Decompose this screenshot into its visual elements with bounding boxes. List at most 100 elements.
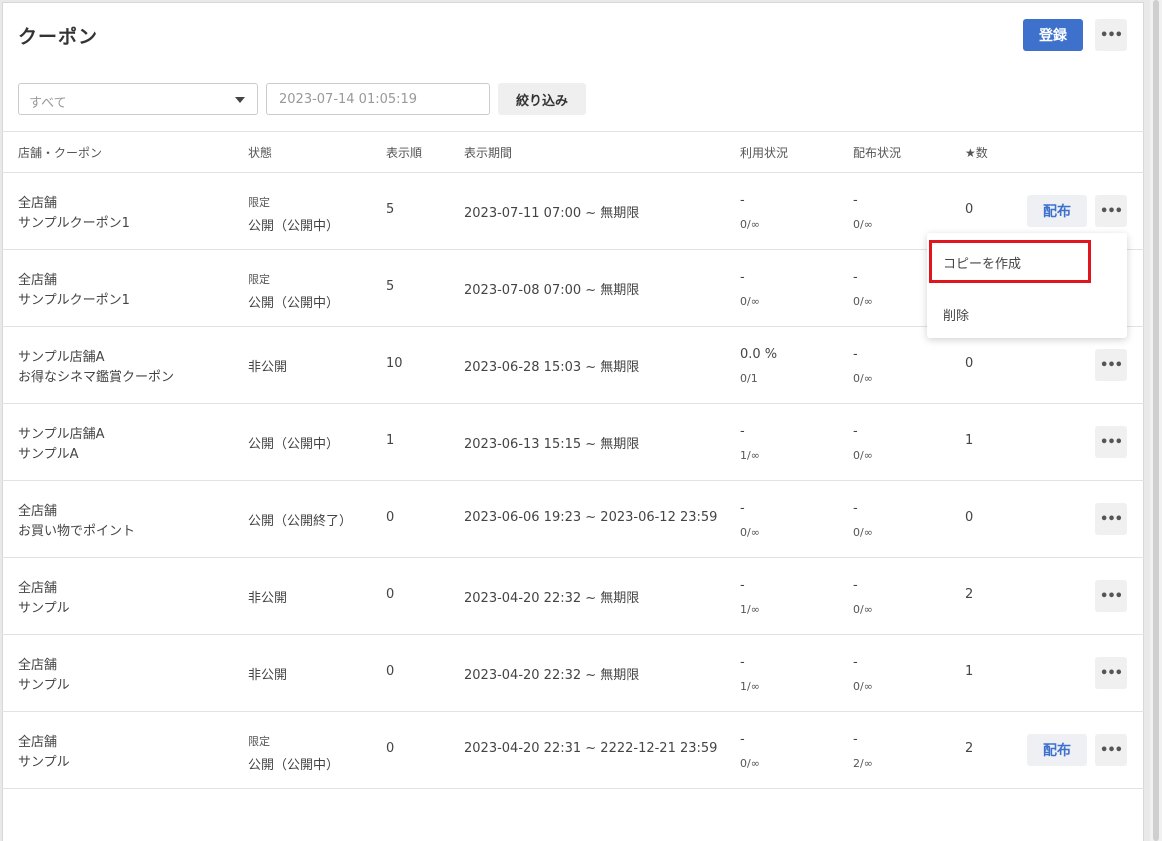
distribute-button[interactable]: 配布 <box>1027 734 1087 766</box>
display-order: 5 <box>386 202 395 217</box>
usage-rate: 0.0 % <box>740 347 778 362</box>
filter-button[interactable]: 絞り込み <box>498 83 586 115</box>
display-period: 2023-06-28 15:03 ~ 無期限 <box>464 360 640 375</box>
scrollbar[interactable] <box>1150 0 1162 841</box>
row-store: 全店舗 <box>18 196 58 211</box>
row-store: 全店舗 <box>18 581 58 596</box>
status-tag: 限定 <box>248 735 270 748</box>
row-coupon-name[interactable]: サンプルA <box>18 443 79 462</box>
status-text: 公開（公開終了） <box>248 514 353 529</box>
more-icon: ••• <box>1100 203 1123 219</box>
display-order: 0 <box>386 741 395 756</box>
col-header-distribution: 配布状況 <box>853 146 902 160</box>
row-more-button[interactable]: ••• <box>1095 349 1127 381</box>
distribution-rate: - <box>853 424 858 439</box>
row-coupon-name[interactable]: お得なシネマ鑑賞クーポン <box>18 366 174 385</box>
usage-rate: - <box>740 655 745 670</box>
row-coupon-name[interactable]: サンプル <box>18 597 70 616</box>
distribution-count: 0/∞ <box>853 218 873 231</box>
distribution-rate: - <box>853 501 858 516</box>
row-divider <box>2 634 1144 635</box>
display-period: 2023-06-13 15:15 ~ 無期限 <box>464 437 640 452</box>
distribution-count: 2/∞ <box>853 757 873 770</box>
distribution-count: 0/∞ <box>853 449 873 462</box>
usage-rate: - <box>740 501 745 516</box>
store-select[interactable]: すべて <box>18 83 258 115</box>
usage-count: 1/∞ <box>740 603 760 616</box>
header-more-button[interactable]: ••• <box>1095 19 1127 51</box>
usage-rate: - <box>740 424 745 439</box>
row-divider <box>2 557 1144 558</box>
distribution-count: 0/∞ <box>853 680 873 693</box>
store-select-value: すべて <box>29 96 67 111</box>
star-count: 0 <box>965 202 974 217</box>
row-coupon-name[interactable]: サンプルクーポン1 <box>18 212 130 231</box>
status-text: 非公開 <box>248 591 288 606</box>
distribution-count: 0/∞ <box>853 372 873 385</box>
status-text: 非公開 <box>248 668 288 683</box>
distribution-count: 0/∞ <box>853 526 873 539</box>
more-icon: ••• <box>1100 588 1123 604</box>
row-coupon-name[interactable]: サンプル <box>18 674 70 693</box>
row-more-button[interactable]: ••• <box>1095 734 1127 766</box>
scrollbar-thumb[interactable] <box>1153 0 1159 841</box>
distribution-rate: - <box>853 655 858 670</box>
display-period: 2023-07-11 07:00 ~ 無期限 <box>464 206 640 221</box>
row-more-button[interactable]: ••• <box>1095 503 1127 535</box>
display-period: 2023-07-08 07:00 ~ 無期限 <box>464 283 640 298</box>
distribution-rate: - <box>853 193 858 208</box>
row-store: 全店舗 <box>18 658 58 673</box>
distribute-button[interactable]: 配布 <box>1027 195 1087 227</box>
display-order: 5 <box>386 279 395 294</box>
col-header-period: 表示期間 <box>464 146 513 160</box>
row-more-button[interactable]: ••• <box>1095 657 1127 689</box>
row-store: サンプル店舗A <box>18 350 105 365</box>
status-text: 公開（公開中） <box>248 437 340 452</box>
date-filter-input[interactable] <box>266 83 490 115</box>
status-text: 公開（公開中） <box>248 219 340 234</box>
register-button[interactable]: 登録 <box>1023 19 1083 51</box>
row-store: 全店舗 <box>18 504 58 519</box>
row-more-button[interactable]: ••• <box>1095 580 1127 612</box>
display-period: 2023-04-20 22:32 ~ 無期限 <box>464 668 640 683</box>
usage-count: 0/∞ <box>740 526 760 539</box>
col-header-status: 状態 <box>248 146 273 160</box>
row-more-button[interactable]: ••• <box>1095 195 1127 227</box>
usage-count: 1/∞ <box>740 449 760 462</box>
menu-item-delete[interactable]: 削除 <box>943 305 969 324</box>
row-coupon-name[interactable]: サンプルクーポン1 <box>18 289 130 308</box>
divider <box>2 131 1144 132</box>
star-count: 2 <box>965 587 974 602</box>
coupon-panel <box>2 2 1144 841</box>
status-text: 公開（公開中） <box>248 296 340 311</box>
row-store: サンプル店舗A <box>18 427 105 442</box>
more-icon: ••• <box>1100 357 1123 373</box>
distribution-rate: - <box>853 270 858 285</box>
row-more-button[interactable]: ••• <box>1095 426 1127 458</box>
col-header-store-coupon: 店舗・クーポン <box>18 146 103 160</box>
distribution-count: 0/∞ <box>853 603 873 616</box>
col-header-stars: ★数 <box>965 146 988 160</box>
row-divider <box>2 711 1144 712</box>
row-coupon-name[interactable]: お買い物でポイント <box>18 520 135 539</box>
row-divider <box>2 788 1144 789</box>
display-order: 0 <box>386 664 395 679</box>
display-period: 2023-06-06 19:23 ~ 2023-06-12 23:59 <box>464 510 718 525</box>
more-icon: ••• <box>1100 742 1123 758</box>
row-store: 全店舗 <box>18 273 58 288</box>
more-icon: ••• <box>1100 665 1123 681</box>
more-icon: ••• <box>1100 27 1123 43</box>
distribution-rate: - <box>853 578 858 593</box>
usage-rate: - <box>740 193 745 208</box>
row-coupon-name[interactable]: サンプル <box>18 751 70 770</box>
more-icon: ••• <box>1100 434 1123 450</box>
caret-down-icon <box>235 97 245 103</box>
distribution-rate: - <box>853 732 858 747</box>
display-order: 1 <box>386 433 395 448</box>
status-tag: 限定 <box>248 273 270 286</box>
distribution-count: 0/∞ <box>853 295 873 308</box>
col-header-usage: 利用状況 <box>740 146 789 160</box>
usage-count: 0/∞ <box>740 218 760 231</box>
usage-rate: - <box>740 270 745 285</box>
star-count: 0 <box>965 510 974 525</box>
